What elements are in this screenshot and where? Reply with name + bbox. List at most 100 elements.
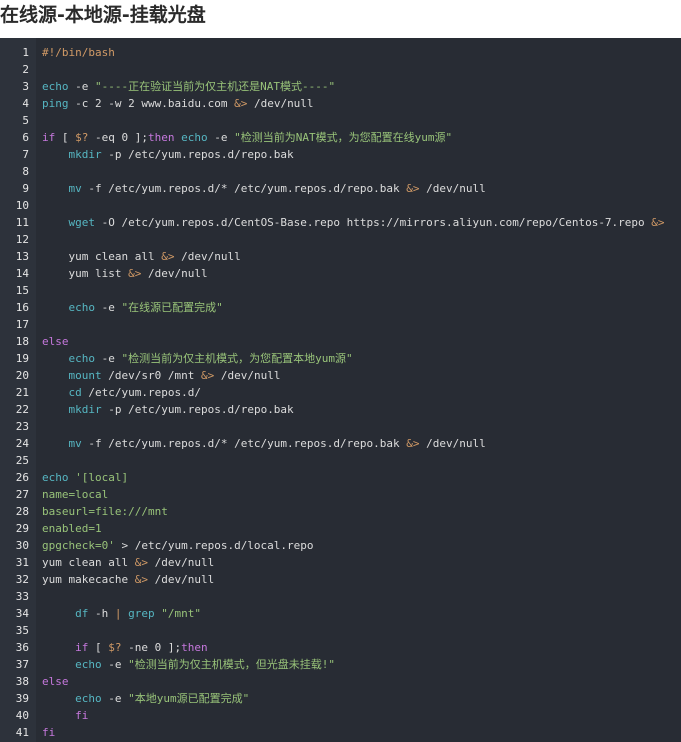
code-text: echo -e "在线源已配置完成" xyxy=(42,299,223,316)
code-text: else xyxy=(42,333,69,350)
code-text: mv -f /etc/yum.repos.d/* /etc/yum.repos.… xyxy=(42,180,486,197)
code-line: 40 fi xyxy=(0,707,681,724)
code-line: 4 ping -c 2 -w 2 www.baidu.com &> /dev/nu… xyxy=(0,95,681,112)
code-token: mount xyxy=(68,369,102,382)
code-token: /dev/null xyxy=(141,267,208,280)
code-token: then xyxy=(147,131,175,144)
line-number: 28 xyxy=(15,505,29,518)
line-number: 40 xyxy=(15,709,29,722)
code-text: mkdir -p /etc/yum.repos.d/repo.bak xyxy=(42,401,294,418)
code-token: yum clean all xyxy=(42,556,135,569)
code-token: /dev/null xyxy=(419,182,486,195)
code-line: 20 mount /dev/sr0 /mnt &> /dev/null xyxy=(0,367,681,384)
code-text: wget -O /etc/yum.repos.d/CentOS-Base.rep… xyxy=(42,214,665,231)
code-token: -e xyxy=(101,658,129,671)
code-line: 37 echo -e "检测当前为仅主机模式，但光盘未挂载!" xyxy=(0,656,681,673)
code-token: $? xyxy=(75,131,89,144)
code-line: 19 echo -e "检测当前为仅主机模式，为您配置本地yum源" xyxy=(0,350,681,367)
code-line: 38 else xyxy=(0,673,681,690)
line-number: 31 xyxy=(15,556,29,569)
code-line: 27 name=local xyxy=(0,486,681,503)
code-text: enabled=1 xyxy=(42,520,102,537)
code-text: gpgcheck=0' > /etc/yum.repos.d/local.rep… xyxy=(42,537,314,554)
code-token: echo xyxy=(181,131,208,144)
line-number: 4 xyxy=(22,97,29,110)
code-token: /dev/null xyxy=(247,97,314,110)
line-number: 33 xyxy=(15,590,29,603)
code-token: -e xyxy=(101,692,129,705)
code-line: 14 yum list &> /dev/null xyxy=(0,265,681,282)
code-token: mv xyxy=(68,182,82,195)
code-line: 15 xyxy=(0,282,681,299)
line-number: 1 xyxy=(22,46,29,59)
code-token: /dev/null xyxy=(214,369,281,382)
code-text: yum clean all &> /dev/null xyxy=(42,554,214,571)
code-line: 35 xyxy=(0,622,681,639)
code-line: 18 else xyxy=(0,333,681,350)
code-token: > /etc/yum.repos.d/local.repo xyxy=(114,539,314,552)
line-number: 15 xyxy=(15,284,29,297)
code-line: 24 mv -f /etc/yum.repos.d/* /etc/yum.rep… xyxy=(0,435,681,452)
code-token: echo xyxy=(68,352,96,365)
code-token: else xyxy=(42,675,69,688)
code-token: /etc/yum.repos.d/ xyxy=(81,386,201,399)
code-line: 7 mkdir -p /etc/yum.repos.d/repo.bak xyxy=(0,146,681,163)
code-text: mv -f /etc/yum.repos.d/* /etc/yum.repos.… xyxy=(42,435,486,452)
code-token: &> xyxy=(406,182,420,195)
code-token: -c 2 -w 2 www.baidu.com xyxy=(68,97,235,110)
code-line: 6 if [ $? -eq 0 ];then echo -e "检测当前为NAT模… xyxy=(0,129,681,146)
code-line: 29 enabled=1 xyxy=(0,520,681,537)
code-line: 9 mv -f /etc/yum.repos.d/* /etc/yum.repo… xyxy=(0,180,681,197)
code-token: '[local] xyxy=(75,471,129,484)
code-token: -e xyxy=(95,352,122,365)
line-number: 25 xyxy=(15,454,29,467)
code-token: -f /etc/yum.repos.d/* /etc/yum.repos.d/r… xyxy=(81,182,407,195)
code-token: "本地yum源已配置完成" xyxy=(128,692,250,705)
code-token: echo xyxy=(42,471,69,484)
code-token: grep xyxy=(128,607,155,620)
code-text: mount /dev/sr0 /mnt &> /dev/null xyxy=(42,367,281,384)
code-token: echo xyxy=(75,692,102,705)
code-line: 21 cd /etc/yum.repos.d/ xyxy=(0,384,681,401)
line-number: 12 xyxy=(15,233,29,246)
code-line: 1 #!/bin/bash xyxy=(0,44,681,61)
code-token: if xyxy=(42,131,56,144)
code-token: yum makecache xyxy=(42,573,135,586)
line-number: 13 xyxy=(15,250,29,263)
code-line: 32 yum makecache &> /dev/null xyxy=(0,571,681,588)
code-token: cd xyxy=(68,386,82,399)
code-token: echo xyxy=(75,658,102,671)
code-token: echo xyxy=(68,301,96,314)
line-number: 27 xyxy=(15,488,29,501)
code-line: 11 wget -O /etc/yum.repos.d/CentOS-Base.… xyxy=(0,214,681,231)
code-line: 5 xyxy=(0,112,681,129)
code-token: enabled=1 xyxy=(42,522,102,535)
code-text: ping -c 2 -w 2 www.baidu.com &> /dev/nul… xyxy=(42,95,314,112)
code-text: yum makecache &> /dev/null xyxy=(42,571,214,588)
code-text: yum clean all &> /dev/null xyxy=(42,248,240,265)
code-token: &> xyxy=(234,97,248,110)
line-number: 8 xyxy=(22,165,29,178)
code-token: -h xyxy=(88,607,115,620)
code-token: wget xyxy=(68,216,96,229)
code-token: "在线源已配置完成" xyxy=(121,301,223,314)
line-number: 11 xyxy=(15,216,29,229)
code-token: $? xyxy=(108,641,122,654)
code-text: echo -e "检测当前为仅主机模式，但光盘未挂载!" xyxy=(42,656,335,673)
code-line: 39 echo -e "本地yum源已配置完成" xyxy=(0,690,681,707)
code-line: 25 xyxy=(0,452,681,469)
code-line: 33 xyxy=(0,588,681,605)
line-number: 29 xyxy=(15,522,29,535)
code-token: &> xyxy=(406,437,420,450)
code-line: 10 xyxy=(0,197,681,214)
code-token: fi xyxy=(75,709,89,722)
code-token: baseurl=file:///mnt xyxy=(42,505,168,518)
code-token: &> xyxy=(134,556,148,569)
code-text: name=local xyxy=(42,486,108,503)
line-number: 26 xyxy=(15,471,29,484)
